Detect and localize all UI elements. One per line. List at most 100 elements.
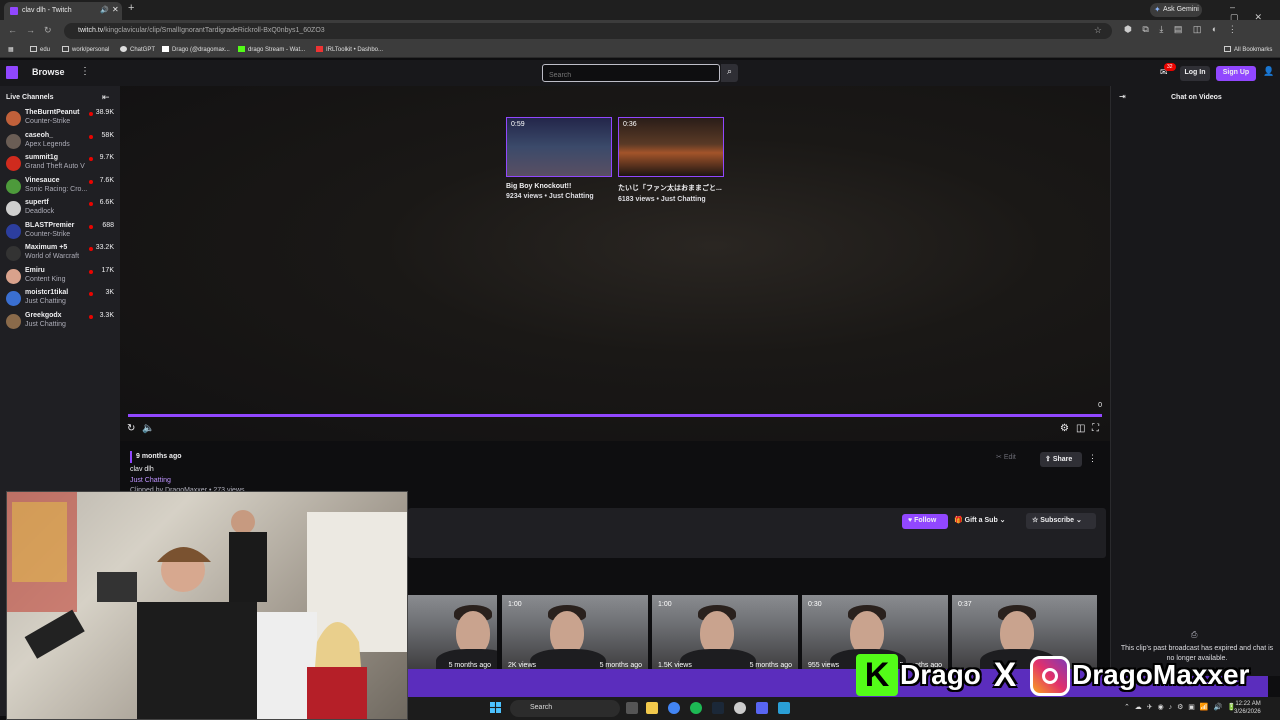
forward-icon[interactable]: →	[26, 25, 35, 35]
channel-avatar	[6, 156, 21, 171]
extension-icon[interactable]: ⬢	[1124, 24, 1132, 34]
chat-expired-icon: ⎙	[1191, 630, 1198, 639]
bookmark-chatgpt[interactable]: ChatGPT	[120, 46, 155, 53]
webcam-scene	[7, 492, 407, 719]
live-indicator	[89, 157, 93, 161]
reload-icon[interactable]: ↻	[44, 25, 52, 36]
profile-icon[interactable]: ◐	[1212, 24, 1217, 34]
channel-avatar	[6, 133, 21, 149]
sidebar-channel[interactable]: Emiru Content King 17K	[0, 266, 120, 288]
sidebar-channel[interactable]: moistcr1tikal Just Chatting 3K	[0, 288, 120, 310]
address-bar[interactable]: twitch.tv/kingclavicular/clip/SmallIgnor…	[64, 23, 1112, 39]
file-explorer-icon[interactable]	[646, 702, 658, 714]
bookmark-edu[interactable]: edu	[30, 46, 50, 53]
sidebar-channel[interactable]: Maximum +5 World of Warcraft 33.2K	[0, 243, 120, 265]
channel-name: moistcr1tikal	[25, 289, 69, 296]
live-indicator	[89, 269, 93, 274]
video-views: 1.5K views	[658, 662, 692, 669]
search-input[interactable]	[542, 64, 720, 82]
split-icon[interactable]: ◫	[1193, 24, 1202, 34]
user-icon[interactable]: 👤	[1263, 66, 1274, 77]
discord-icon[interactable]	[756, 702, 768, 714]
system-tray[interactable]: ⌃ ☁ ✈ ◉ ♪ ⚙ ▣ 📶 🔊 🔋	[1124, 703, 1236, 711]
channel-avatar	[6, 291, 21, 306]
expand-chat-icon[interactable]: ⇥	[1119, 92, 1126, 101]
instagram-username: DragoMaxxer	[1072, 659, 1250, 690]
download-icon[interactable]: ⤓	[1159, 24, 1163, 34]
bookmark-irltoolkit[interactable]: IRLToolkit • Dashbo...	[316, 46, 383, 53]
collapse-icon[interactable]: ⇤	[102, 92, 110, 103]
task-view-icon[interactable]	[626, 702, 638, 714]
bookmark-drago-x[interactable]: Drago (@dragomax...	[162, 46, 230, 53]
video-age: 5 months ago	[448, 662, 491, 669]
fullscreen-icon[interactable]: ⛶	[1092, 423, 1099, 434]
sidebar-channel[interactable]: Greekgodx Just Chatting 3.3K	[0, 311, 120, 333]
login-button[interactable]: Log In	[1180, 66, 1210, 81]
browser-tab[interactable]: clav dlh - Twitch 🔊 ✕	[4, 2, 122, 20]
all-bookmarks[interactable]: All Bookmarks	[1224, 46, 1272, 53]
channel-name: BLASTPremier	[25, 221, 75, 229]
new-tab-button[interactable]: +	[128, 2, 134, 14]
gift-sub-button[interactable]: 🎁 Gift a Sub ⌄	[954, 516, 1006, 524]
sidebar-channel[interactable]: TheBurntPeanut Counter-Strike 38.9K	[0, 108, 120, 130]
spotify-icon[interactable]	[690, 702, 702, 714]
sidebar-channel[interactable]: BLASTPremier Counter-Strike 688	[0, 221, 120, 243]
sidebar-channel[interactable]: Vinesauce Sonic Racing: Cro... 7.6K	[0, 176, 120, 198]
app-icon[interactable]	[778, 702, 790, 714]
speaker-icon[interactable]: 🔊	[100, 6, 109, 14]
sidebar-channel[interactable]: summit1g Grand Theft Auto V 9.7K	[0, 153, 120, 175]
sidebar-channel[interactable]: supertf Deadlock 6.6K	[0, 198, 120, 220]
puzzle-icon[interactable]: ⧉	[1142, 24, 1148, 34]
signup-button[interactable]: Sign Up	[1216, 66, 1256, 81]
recommended-clip[interactable]: 0:59 Big Boy Knockout!! 9234 views • Jus…	[506, 117, 612, 200]
video-player[interactable]: 0:59 Big Boy Knockout!! 9234 views • Jus…	[120, 86, 1110, 441]
theatre-mode-icon[interactable]: ◫	[1076, 423, 1085, 434]
steam-icon[interactable]	[712, 702, 724, 714]
category-link[interactable]: Just Chatting	[130, 477, 171, 484]
video-card[interactable]: 1:00 1.5K views 5 months ago	[652, 595, 798, 671]
clip-age: 9 months ago	[136, 453, 182, 460]
more-options-icon[interactable]: ⋮	[1088, 453, 1097, 464]
video-views: 2K views	[508, 662, 537, 669]
channel-avatar	[6, 223, 21, 239]
twitch-logo-icon[interactable]	[6, 66, 18, 79]
recommended-clip[interactable]: 0:36 たいじ「ファン太はおままごと... 6183 views • Just…	[618, 117, 724, 203]
progress-bar[interactable]	[128, 414, 1102, 417]
browse-link[interactable]: Browse	[32, 67, 65, 77]
back-icon[interactable]: ←	[8, 25, 17, 35]
sidebar-channel[interactable]: caseoh_ Apex Legends 58K	[0, 131, 120, 153]
bookmark-work[interactable]: work/personal	[62, 46, 109, 53]
settings-icon[interactable]: ⚙	[1060, 423, 1069, 434]
live-indicator	[89, 247, 93, 251]
ask-gemini-button[interactable]: ✦ Ask Gemini	[1150, 3, 1202, 17]
follow-button[interactable]: ♥ Follow	[902, 514, 948, 529]
channel-game: Apex Legends	[25, 140, 70, 148]
clip-thumbnail: 0:59	[506, 117, 612, 177]
bookmark-drago-stream[interactable]: drago Stream - Wat...	[238, 46, 305, 53]
video-card[interactable]: 1:00 2K views 5 months ago	[502, 595, 648, 671]
twitch-top-nav: Browse ⋮ ⌕ ✉ 32 Log In Sign Up 👤	[0, 60, 1280, 86]
channel-name: Vinesauce	[25, 176, 60, 184]
live-indicator	[89, 224, 93, 229]
more-icon[interactable]: ⋮	[80, 66, 90, 77]
obs-icon[interactable]	[734, 702, 746, 714]
minimize-icon[interactable]: –	[1230, 2, 1235, 12]
chrome-icon[interactable]	[668, 702, 680, 714]
windows-start-icon[interactable]	[490, 702, 501, 713]
close-tab-icon[interactable]: ✕	[112, 5, 119, 14]
accent-bar	[130, 451, 132, 463]
taskbar-search[interactable]: Search	[510, 700, 620, 717]
replay-icon[interactable]: ↻	[127, 423, 135, 434]
edit-button[interactable]: ✂ Edit	[996, 453, 1016, 461]
bookmark-star-icon[interactable]: ☆	[1094, 25, 1102, 36]
search-icon[interactable]: ⌕	[721, 64, 738, 82]
reading-icon[interactable]: ▤	[1174, 24, 1183, 34]
share-button[interactable]: ⇪ Share	[1040, 452, 1082, 467]
video-card[interactable]: 5 months ago	[408, 595, 497, 671]
menu-icon[interactable]: ⋮	[1228, 24, 1237, 34]
subscribe-button[interactable]: ☆ Subscribe ⌄	[1026, 513, 1096, 529]
volume-icon[interactable]: 🔈	[142, 423, 154, 434]
channel-avatar	[6, 111, 21, 126]
apps-icon[interactable]: ▦	[8, 46, 14, 53]
taskbar-clock[interactable]: 12:22 AM 3/26/2026	[1234, 700, 1261, 716]
